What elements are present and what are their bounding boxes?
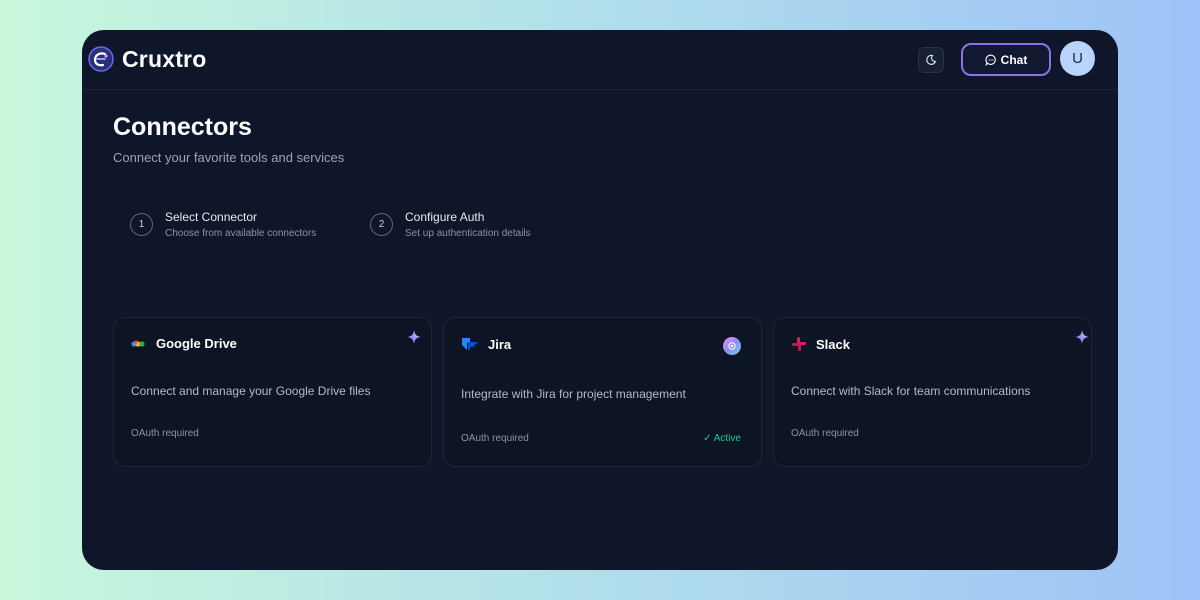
status-badge: ✓ Active — [703, 433, 741, 444]
brand[interactable]: Cruxtro — [88, 46, 206, 72]
step-configure-auth[interactable]: 2 Configure Auth Set up authentication d… — [370, 210, 531, 239]
step-title: Select Connector — [165, 210, 258, 224]
page-subtitle: Connect your favorite tools and services — [113, 150, 345, 165]
step-description: Choose from available connectors — [165, 228, 317, 239]
user-avatar[interactable]: U — [1060, 41, 1095, 76]
cruxtro-logo-icon — [88, 46, 114, 72]
connector-requirement: OAuth required — [791, 428, 859, 439]
moon-icon — [926, 54, 937, 65]
connector-requirement: OAuth required — [461, 433, 529, 444]
connector-description: Connect and manage your Google Drive fil… — [131, 384, 371, 398]
chat-button[interactable]: Chat — [961, 43, 1051, 76]
step-description: Set up authentication details — [405, 228, 531, 239]
brand-name: Cruxtro — [122, 46, 207, 72]
step-select-connector[interactable]: 1 Select Connector Choose from available… — [130, 210, 316, 239]
gear-icon — [728, 342, 736, 350]
jira-icon — [462, 338, 478, 350]
connector-name: Google Drive — [156, 336, 237, 351]
app-window: Cruxtro Chat U Connectors Connect your f… — [82, 30, 1118, 570]
chat-button-label: Chat — [1000, 52, 1028, 67]
ai-assistant-icon[interactable] — [723, 337, 741, 355]
sparkle-icon[interactable] — [407, 330, 421, 344]
connector-name: Slack — [816, 336, 850, 352]
slack-icon — [792, 337, 806, 351]
top-bar: Cruxtro Chat U — [82, 30, 1118, 90]
sparkle-icon[interactable] — [1075, 330, 1089, 344]
theme-toggle-button[interactable] — [918, 47, 944, 73]
chat-bubble-icon — [985, 54, 996, 66]
google-drive-icon — [131, 339, 145, 347]
step-title: Configure Auth — [405, 210, 485, 224]
connector-description: Integrate with Jira for project manageme… — [461, 387, 686, 401]
connector-card-slack[interactable]: Slack Connect with Slack for team commun… — [773, 317, 1092, 467]
step-number: 2 — [370, 213, 393, 236]
connector-name: Jira — [488, 336, 512, 352]
connector-card-jira[interactable]: Jira Integrate with Jira for project man… — [443, 317, 762, 467]
connector-card-google-drive[interactable]: Google Drive Connect and manage your Goo… — [113, 317, 432, 467]
step-number: 1 — [130, 213, 153, 236]
connector-description: Connect with Slack for team communicatio… — [791, 384, 1031, 398]
page-title: Connectors — [113, 113, 252, 141]
connector-requirement: OAuth required — [131, 428, 199, 439]
